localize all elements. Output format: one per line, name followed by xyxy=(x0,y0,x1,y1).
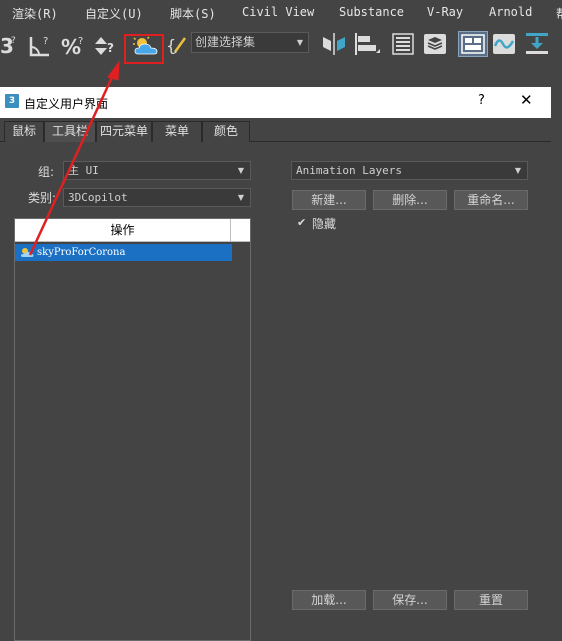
annotation-arrow xyxy=(28,60,120,256)
